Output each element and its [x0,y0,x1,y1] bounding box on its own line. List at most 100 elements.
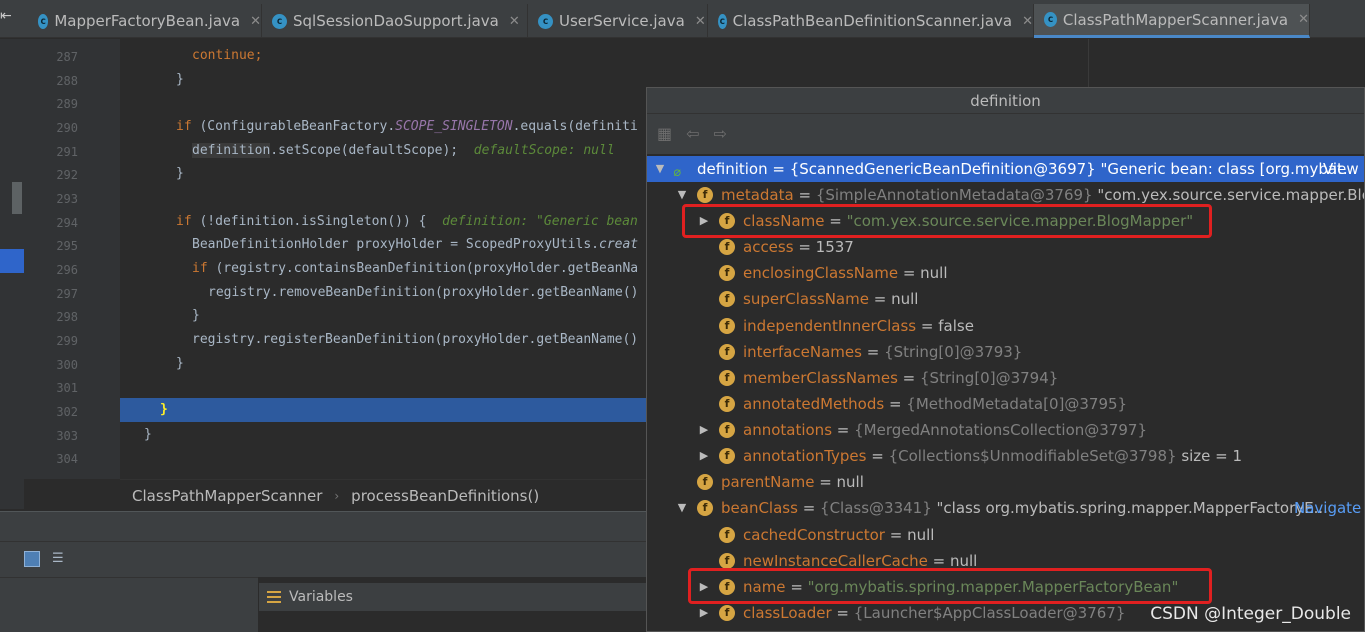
code-token: } [176,72,184,87]
var-name: annotationTypes [743,447,867,465]
var-name: beanClass [721,499,798,517]
tree-row-annotation-types[interactable]: ▶ f annotationTypes = {Collections$Unmod… [647,443,1364,469]
class-icon: c [538,13,553,29]
var-name: classLoader [743,604,832,622]
var-eq: = [814,473,837,491]
tree-row-annotated-methods[interactable]: f annotatedMethods = {MethodMetadata[0]@… [647,391,1364,417]
code-token: (ConfigurableBeanFactory. [191,119,396,134]
view-link[interactable]: View [1323,156,1359,182]
layout-icon[interactable]: ▦ [657,124,672,143]
var-value: size = 1 [1176,447,1243,465]
variable-tree[interactable]: ▼ ⌀ definition = {ScannedGenericBeanDefi… [647,154,1364,631]
var-eq: = [861,343,885,361]
tree-row-member-class-names[interactable]: f memberClassNames = {String[0]@3794} [647,365,1364,391]
field-icon: f [697,500,713,516]
tree-row-cached-constructor[interactable]: f cachedConstructor = null [647,522,1364,548]
close-icon[interactable]: ✕ [1022,14,1033,29]
tree-row-enclosing-class-name[interactable]: f enclosingClassName = null [647,260,1364,286]
var-name: annotations [743,421,833,439]
debug-tool-bar [0,511,660,541]
code-token: if [176,119,192,134]
var-value: "Generic bean: class [org.mybat... [1095,160,1358,178]
var-eq: = [916,317,939,335]
breadcrumb-class[interactable]: ClassPathMapperScanner [132,487,322,505]
var-ref: {Class@3341} [820,499,932,517]
code-token: BeanDefinitionHolder proxyHolder = Scope… [192,237,599,252]
tab-mapper-factory-bean[interactable]: c MapperFactoryBean.java ✕ [30,4,262,38]
line-number: 297 [56,287,78,301]
tree-row-parent-name[interactable]: f parentName = null [647,469,1364,495]
tab-class-path-mapper-scanner[interactable]: c ClassPathMapperScanner.java ✕ [1034,4,1310,38]
close-icon[interactable]: ✕ [1298,12,1309,27]
code-token: definition [192,143,271,158]
code-token: SCOPE_SINGLETON [395,119,513,134]
popup-title[interactable]: definition [647,88,1364,114]
field-icon: f [697,187,713,203]
collapse-left-icon[interactable]: ⇤ [0,8,22,30]
expand-down-icon[interactable]: ▼ [653,156,667,182]
code-token: } [144,427,152,442]
tree-row-interface-names[interactable]: f interfaceNames = {String[0]@3793} [647,339,1364,365]
table-icon[interactable] [24,551,40,567]
var-name: cachedConstructor [743,526,885,544]
code-token: .setScope(defaultScope); [270,143,459,158]
var-ref: {Launcher$AppClassLoader@3767} [853,604,1126,622]
code-token: } [176,166,184,181]
watermark: CSDN @Integer_Double [1150,604,1351,624]
inline-value-hint: definition: "Generic bean [442,214,638,229]
field-icon: f [719,448,735,464]
back-icon[interactable]: ⇦ [686,124,699,143]
current-line-marker [0,249,24,273]
line-number: 292 [56,168,78,182]
expand-right-icon[interactable]: ▶ [697,443,711,469]
close-icon[interactable]: ✕ [250,14,261,29]
code-token: registry.removeBeanDefinition(proxyHolde… [208,285,639,300]
list-settings-icon[interactable]: ☰ [52,551,70,567]
forward-icon[interactable]: ⇨ [714,124,727,143]
var-eq: = [884,395,907,413]
field-icon: f [719,370,735,386]
field-icon: f [719,396,735,412]
breadcrumb-method[interactable]: processBeanDefinitions() [351,487,539,505]
code-token: (!definition.isSingleton()) { [191,214,427,229]
var-name: memberClassNames [743,369,898,387]
class-icon: c [272,13,287,29]
tree-row-bean-class[interactable]: ▼ f beanClass = {Class@3341} "class org.… [647,495,1364,521]
chevron-right-icon: › [334,488,340,503]
scroll-marker [12,182,22,214]
tree-row-super-class-name[interactable]: f superClassName = null [647,286,1364,312]
code-token: } [192,308,200,323]
close-icon[interactable]: ✕ [509,14,520,29]
var-value: false [938,317,974,335]
tab-user-service[interactable]: c UserService.java ✕ [528,4,708,38]
var-value: 1537 [815,238,854,256]
tree-row-independent-inner-class[interactable]: f independentInnerClass = false [647,313,1364,339]
variables-tab[interactable]: Variables [258,583,660,611]
tree-row-definition[interactable]: ▼ ⌀ definition = {ScannedGenericBeanDefi… [647,156,1364,182]
var-eq: = [898,264,921,282]
line-number: 304 [56,452,78,466]
field-icon: f [719,239,735,255]
highlight-box-class-name [682,204,1212,238]
var-eq: = [832,421,855,439]
inline-value-hint: defaultScope: null [473,143,615,158]
expand-down-icon[interactable]: ▼ [675,495,689,521]
var-ref: {MethodMetadata[0]@3795} [906,395,1128,413]
code-token: continue; [192,48,263,63]
field-icon: f [719,553,735,569]
code-token: .equals(definiti [512,119,638,134]
var-name: access [743,238,794,256]
field-icon: f [719,265,735,281]
field-icon: f [719,291,735,307]
frames-panel [0,577,258,632]
var-ref: {String[0]@3793} [884,343,1023,361]
field-icon: f [719,605,735,621]
class-icon: c [1044,12,1057,27]
var-ref: {MergedAnnotationsCollection@3797} [854,421,1147,439]
tree-row-annotations[interactable]: ▶ f annotations = {MergedAnnotationsColl… [647,417,1364,443]
tab-class-path-bean-definition-scanner[interactable]: c ClassPathBeanDefinitionScanner.java ✕ [708,4,1034,38]
navigate-link[interactable]: Navigate [1294,495,1361,521]
tab-sql-session-dao-support[interactable]: c SqlSessionDaoSupport.java ✕ [262,4,528,38]
expand-right-icon[interactable]: ▶ [697,417,711,443]
close-icon[interactable]: ✕ [695,14,706,29]
